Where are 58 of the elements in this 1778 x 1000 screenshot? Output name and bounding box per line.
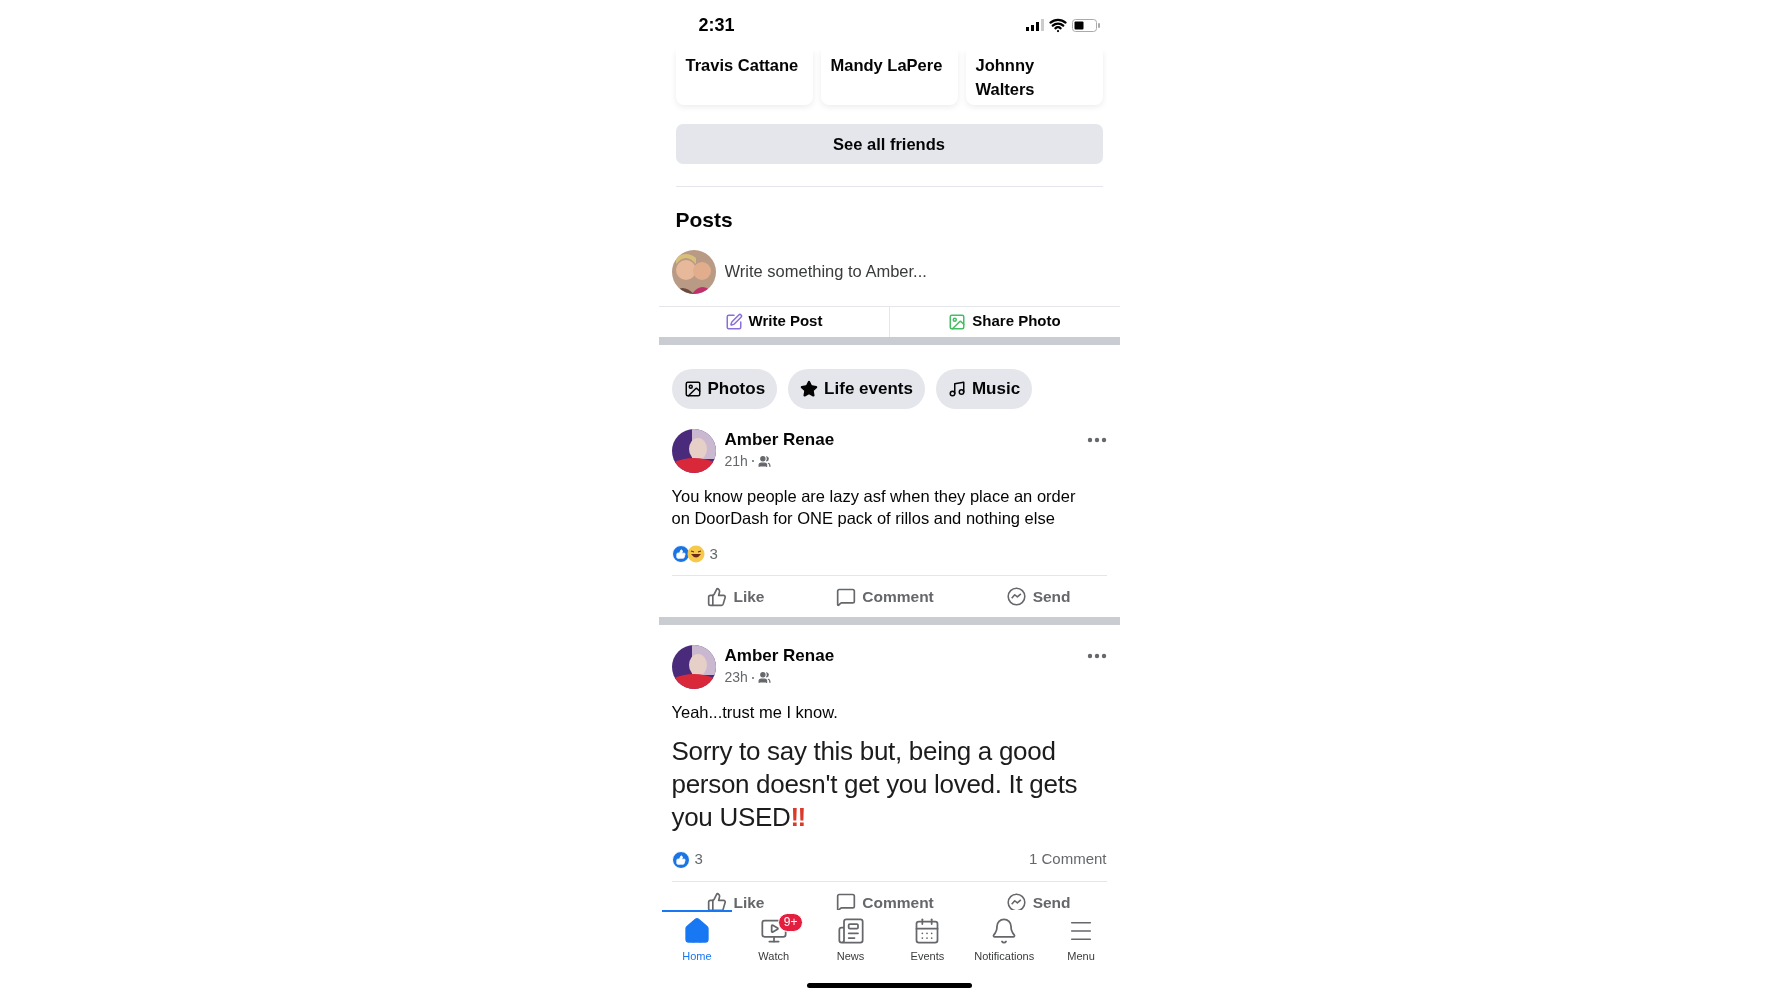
- laughing-emoji-icon: [686, 544, 705, 563]
- photo-icon: [948, 312, 967, 331]
- composer-action-button[interactable]: Write Post: [724, 310, 823, 333]
- friends-audience-icon: [757, 454, 771, 468]
- more-options-icon[interactable]: [1086, 653, 1107, 660]
- post-large-text: Sorry to say this but, being a good person doesn't get you loved. It gets you USED‼: [671, 735, 1079, 835]
- nav-tab[interactable]: News: [814, 916, 887, 964]
- author-name[interactable]: Amber Renae: [724, 428, 1078, 451]
- edit-icon: [724, 312, 743, 331]
- signal-icon: [1025, 19, 1044, 31]
- friends-audience-icon: [757, 671, 771, 685]
- post-time: 23h: [724, 668, 748, 688]
- post-action-button[interactable]: Like: [701, 887, 771, 910]
- post-action-button[interactable]: Comment: [830, 887, 940, 910]
- see-all-friends-button[interactable]: See all friends: [675, 124, 1103, 164]
- status-time: 2:31: [698, 13, 735, 37]
- nav-tab[interactable]: Events: [891, 916, 964, 964]
- filter-chip[interactable]: Photos: [671, 368, 778, 409]
- comment-count[interactable]: 1 Comment: [1028, 848, 1107, 871]
- nav-tab[interactable]: Notifications: [968, 916, 1041, 964]
- messenger-icon: [1005, 586, 1027, 608]
- reaction-count[interactable]: 3: [694, 848, 703, 871]
- post-time: 21h: [724, 451, 748, 471]
- composer-field[interactable]: Write something to Amber...: [724, 259, 1107, 284]
- composer-action-button[interactable]: Share Photo: [948, 310, 1061, 333]
- wifi-icon: [1048, 16, 1067, 34]
- friend-card[interactable]: Johnny Walters: [965, 50, 1103, 105]
- battery-icon: [1071, 18, 1100, 32]
- post-text: Yeah...trust me I know.: [671, 702, 839, 724]
- star-icon: [800, 379, 819, 398]
- post-action-button[interactable]: Send: [999, 887, 1077, 910]
- notification-badge: 9+: [777, 912, 804, 932]
- more-options-icon[interactable]: [1086, 436, 1107, 443]
- messenger-icon: [1005, 891, 1027, 910]
- post-action-button[interactable]: Comment: [830, 582, 940, 612]
- comment-icon: [836, 586, 857, 607]
- author-name[interactable]: Amber Renae: [724, 645, 1078, 668]
- filter-chip[interactable]: Music: [935, 368, 1033, 409]
- like-reaction-icon: [671, 850, 690, 869]
- friend-card[interactable]: Travis Cattane: [675, 50, 813, 105]
- nav-tab[interactable]: Menu: [1045, 916, 1118, 964]
- photos-icon: [683, 379, 702, 398]
- music-note-icon: [947, 379, 966, 398]
- like-reaction-icon: [671, 544, 690, 563]
- thumbs-up-icon: [707, 892, 728, 910]
- home-icon: [682, 916, 711, 945]
- nav-tab[interactable]: Home: [660, 916, 733, 964]
- filter-chip[interactable]: Life events: [788, 368, 925, 409]
- loading-bar: [661, 909, 732, 912]
- newspaper-icon: [836, 916, 865, 945]
- section-title: Posts: [675, 207, 734, 233]
- post-text: You know people are lazy asf when they place an order on DoorDash for ONE pack of rillos and nothing else: [671, 485, 1077, 529]
- post-action-button[interactable]: Send: [999, 582, 1077, 612]
- friend-card[interactable]: Mandy LaPere: [820, 50, 958, 105]
- reaction-count[interactable]: 3: [709, 542, 718, 565]
- post-action-button[interactable]: Like: [701, 582, 771, 612]
- comment-icon: [836, 892, 857, 910]
- thumbs-up-icon: [707, 586, 728, 607]
